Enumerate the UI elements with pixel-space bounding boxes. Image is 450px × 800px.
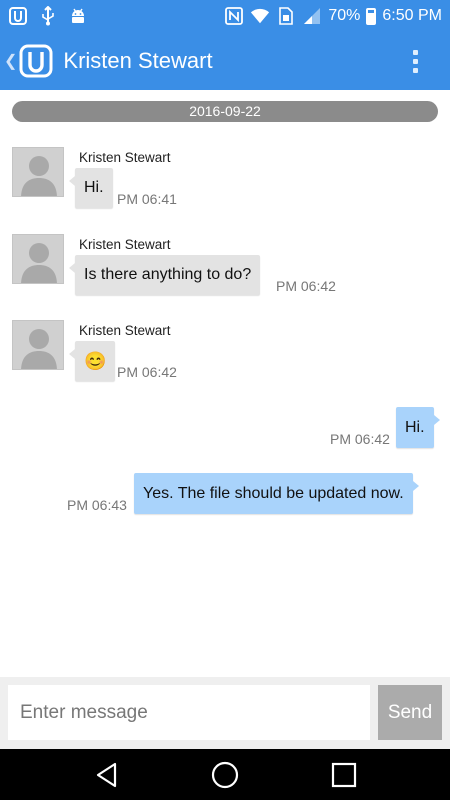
send-button[interactable]: Send bbox=[378, 685, 442, 740]
message-bubble[interactable]: Hi. bbox=[69, 168, 113, 208]
chat-screen: 70% 6:50 PM ❮ Kristen Stewart 2016-09-22… bbox=[0, 0, 450, 800]
usb-icon bbox=[38, 6, 58, 26]
message-time: PM 06:42 bbox=[330, 431, 390, 447]
message-bubble[interactable]: Hi. bbox=[396, 407, 440, 448]
status-bar: 70% 6:50 PM bbox=[0, 0, 450, 32]
avatar bbox=[12, 234, 64, 284]
battery-icon bbox=[366, 7, 377, 25]
message-input[interactable] bbox=[8, 685, 370, 740]
wifi-icon bbox=[250, 6, 270, 26]
status-notifications bbox=[8, 6, 88, 26]
android-debug-icon bbox=[68, 6, 88, 26]
message-time: PM 06:42 bbox=[276, 278, 336, 294]
message-time: PM 06:43 bbox=[67, 497, 127, 513]
system-nav-bar bbox=[0, 749, 450, 800]
sim-icon bbox=[276, 6, 296, 26]
back-chevron-icon: ❮ bbox=[4, 53, 18, 70]
chat-title: Kristen Stewart bbox=[63, 48, 213, 73]
app-logo-icon bbox=[19, 44, 53, 78]
message-time: PM 06:41 bbox=[117, 191, 177, 207]
message-bubble[interactable]: Yes. The file should be updated now. bbox=[134, 473, 419, 514]
status-indicators: 70% 6:50 PM bbox=[224, 6, 442, 26]
signal-icon bbox=[302, 6, 322, 26]
avatar bbox=[12, 320, 64, 370]
home-circle-icon[interactable] bbox=[208, 758, 242, 792]
message-bubble[interactable]: Is there anything to do? bbox=[68, 255, 261, 295]
app-notification-icon bbox=[8, 6, 28, 26]
back-button[interactable]: ❮ bbox=[0, 32, 53, 90]
sender-name: Kristen Stewart bbox=[79, 150, 171, 165]
date-divider: 2016-09-22 bbox=[12, 101, 438, 122]
battery-percent: 70% bbox=[328, 7, 361, 24]
status-time: 6:50 PM bbox=[382, 7, 442, 24]
message-composer: Send bbox=[0, 677, 450, 749]
sender-name: Kristen Stewart bbox=[79, 237, 171, 252]
recents-square-icon[interactable] bbox=[327, 758, 361, 792]
message-bubble[interactable]: 😊 bbox=[68, 341, 116, 381]
sender-name: Kristen Stewart bbox=[79, 323, 171, 338]
back-triangle-icon[interactable] bbox=[90, 758, 124, 792]
app-bar: ❮ Kristen Stewart bbox=[0, 32, 450, 90]
overflow-menu-icon[interactable] bbox=[409, 44, 422, 79]
nfc-icon bbox=[224, 6, 244, 26]
message-time: PM 06:42 bbox=[117, 364, 177, 380]
avatar bbox=[12, 147, 64, 197]
